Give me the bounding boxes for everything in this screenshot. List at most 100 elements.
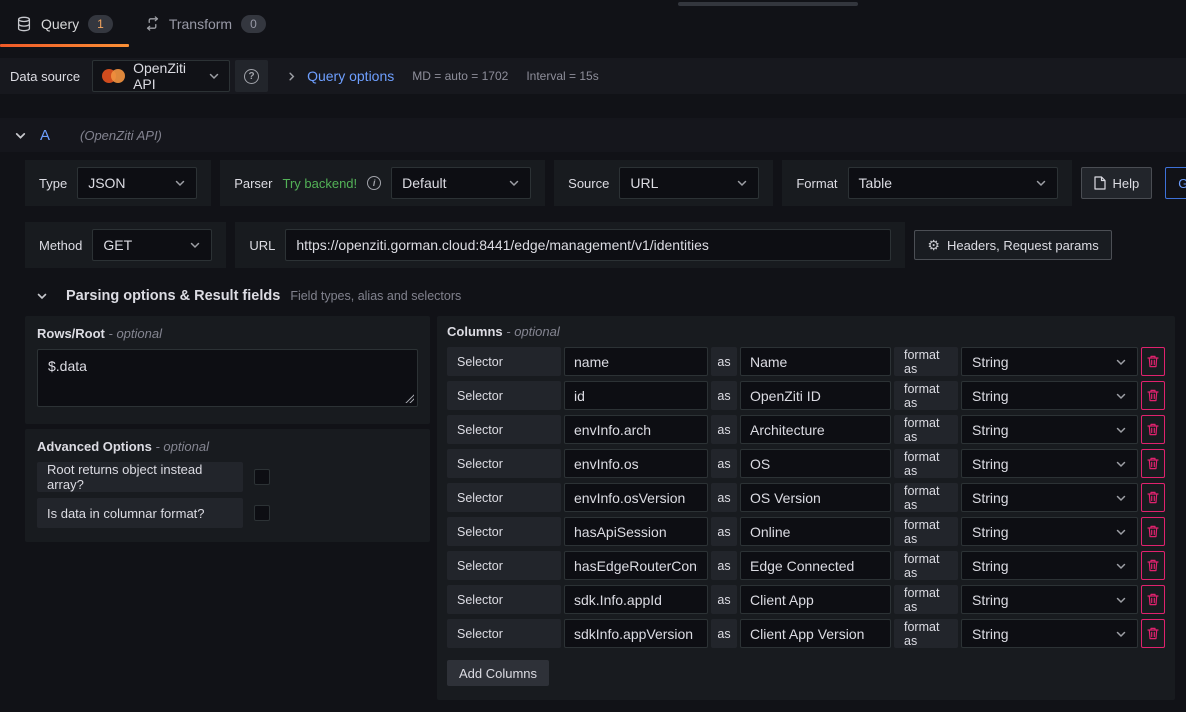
method-select[interactable]: GET bbox=[92, 229, 212, 261]
column-format-select[interactable]: String bbox=[961, 551, 1138, 580]
alias-input[interactable] bbox=[740, 347, 891, 376]
alias-input[interactable] bbox=[740, 449, 891, 478]
root-returns-object-label: Root returns object instead array? bbox=[37, 462, 243, 492]
columns-label: Columns bbox=[447, 324, 503, 339]
column-format-value: String bbox=[972, 354, 1009, 370]
column-row: Selector as format as String bbox=[447, 483, 1165, 512]
datasource-help-button[interactable]: ? bbox=[235, 60, 268, 92]
chevron-down-icon bbox=[1115, 390, 1127, 402]
selector-input[interactable] bbox=[564, 619, 708, 648]
format-as-label: format as bbox=[894, 449, 958, 478]
delete-column-button[interactable] bbox=[1141, 619, 1165, 648]
selector-input[interactable] bbox=[564, 585, 708, 614]
column-format-value: String bbox=[972, 524, 1009, 540]
column-format-select[interactable]: String bbox=[961, 585, 1138, 614]
openziti-logo-icon bbox=[102, 69, 125, 83]
url-input[interactable] bbox=[285, 229, 891, 261]
try-backend-hint[interactable]: Try backend! bbox=[282, 176, 357, 191]
selector-input[interactable] bbox=[564, 381, 708, 410]
selector-input[interactable] bbox=[564, 483, 708, 512]
column-format-value: String bbox=[972, 558, 1009, 574]
editor-tabbar: Query 1 Transform 0 bbox=[0, 0, 1186, 47]
tab-transform[interactable]: Transform 0 bbox=[129, 0, 282, 47]
source-select[interactable]: URL bbox=[619, 167, 759, 199]
selector-input[interactable] bbox=[564, 449, 708, 478]
chevron-down-icon bbox=[1035, 177, 1047, 189]
delete-column-button[interactable] bbox=[1141, 449, 1165, 478]
type-select[interactable]: JSON bbox=[77, 167, 197, 199]
add-columns-button[interactable]: Add Columns bbox=[447, 660, 549, 686]
query-datasource-hint: (OpenZiti API) bbox=[80, 128, 162, 143]
alias-input[interactable] bbox=[740, 585, 891, 614]
selector-input[interactable] bbox=[564, 347, 708, 376]
chevron-down-icon bbox=[1115, 560, 1127, 572]
interval-text: Interval = 15s bbox=[526, 69, 598, 83]
format-as-label: format as bbox=[894, 551, 958, 580]
datasource-label: Data source bbox=[10, 69, 80, 84]
help-button[interactable]: Help bbox=[1081, 167, 1153, 199]
alias-input[interactable] bbox=[740, 415, 891, 444]
advanced-option-row: Root returns object instead array? bbox=[37, 462, 418, 492]
query-options-toggle[interactable]: Query options bbox=[307, 68, 394, 84]
info-circle-icon: i bbox=[367, 176, 381, 190]
pane-resize-handle[interactable] bbox=[678, 2, 858, 6]
column-row: Selector as format as String bbox=[447, 347, 1165, 376]
column-format-select[interactable]: String bbox=[961, 347, 1138, 376]
columnar-format-checkbox[interactable] bbox=[254, 505, 270, 521]
trash-icon bbox=[1147, 627, 1159, 640]
chevron-down-icon bbox=[1115, 594, 1127, 606]
headers-request-params-button[interactable]: ⚙ Headers, Request params bbox=[914, 230, 1111, 260]
selector-input[interactable] bbox=[564, 415, 708, 444]
angle-down-icon bbox=[14, 129, 27, 142]
column-format-select[interactable]: String bbox=[961, 449, 1138, 478]
selector-label: Selector bbox=[447, 381, 561, 410]
root-returns-object-checkbox[interactable] bbox=[254, 469, 270, 485]
delete-column-button[interactable] bbox=[1141, 585, 1165, 614]
alias-input[interactable] bbox=[740, 517, 891, 546]
options-row: Type JSON Parser Try backend! i Default … bbox=[25, 160, 1165, 206]
tab-query[interactable]: Query 1 bbox=[0, 0, 129, 47]
column-row: Selector as format as String bbox=[447, 449, 1165, 478]
request-row: Method GET URL ⚙ Headers, Request params bbox=[25, 222, 1165, 268]
delete-column-button[interactable] bbox=[1141, 415, 1165, 444]
rows-root-panel: Rows/Root - optional $.data bbox=[25, 316, 430, 424]
column-row: Selector as format as String bbox=[447, 517, 1165, 546]
alias-input[interactable] bbox=[740, 483, 891, 512]
delete-column-button[interactable] bbox=[1141, 551, 1165, 580]
column-row: Selector as format as String bbox=[447, 415, 1165, 444]
column-format-select[interactable]: String bbox=[961, 517, 1138, 546]
column-format-select[interactable]: String bbox=[961, 415, 1138, 444]
column-format-select[interactable]: String bbox=[961, 381, 1138, 410]
alias-input[interactable] bbox=[740, 619, 891, 648]
format-select[interactable]: Table bbox=[848, 167, 1058, 199]
selector-input[interactable] bbox=[564, 551, 708, 580]
trash-icon bbox=[1147, 355, 1159, 368]
github-button[interactable]: Github bbox=[1165, 167, 1186, 199]
method-field: Method GET bbox=[25, 222, 226, 268]
method-select-value: GET bbox=[103, 237, 132, 253]
rows-root-input[interactable]: $.data bbox=[37, 349, 418, 407]
advanced-options-heading: Advanced Options - optional bbox=[37, 439, 418, 454]
format-as-label: format as bbox=[894, 483, 958, 512]
alias-input[interactable] bbox=[740, 551, 891, 580]
column-format-select[interactable]: String bbox=[961, 483, 1138, 512]
chevron-down-icon bbox=[1115, 424, 1127, 436]
delete-column-button[interactable] bbox=[1141, 347, 1165, 376]
selector-input[interactable] bbox=[564, 517, 708, 546]
as-label: as bbox=[711, 619, 737, 648]
datasource-picker[interactable]: OpenZiti API bbox=[92, 60, 230, 92]
type-field: Type JSON bbox=[25, 160, 211, 206]
query-row-header[interactable]: A (OpenZiti API) bbox=[0, 118, 1186, 152]
parser-select[interactable]: Default bbox=[391, 167, 531, 199]
delete-column-button[interactable] bbox=[1141, 517, 1165, 546]
parsing-section-header[interactable]: Parsing options & Result fields Field ty… bbox=[25, 288, 1165, 304]
rows-root-optional: - optional bbox=[109, 326, 162, 341]
format-as-label: format as bbox=[894, 619, 958, 648]
alias-input[interactable] bbox=[740, 381, 891, 410]
angle-right-icon bbox=[286, 71, 297, 82]
column-format-select[interactable]: String bbox=[961, 619, 1138, 648]
delete-column-button[interactable] bbox=[1141, 381, 1165, 410]
delete-column-button[interactable] bbox=[1141, 483, 1165, 512]
as-label: as bbox=[711, 415, 737, 444]
trash-icon bbox=[1147, 559, 1159, 572]
